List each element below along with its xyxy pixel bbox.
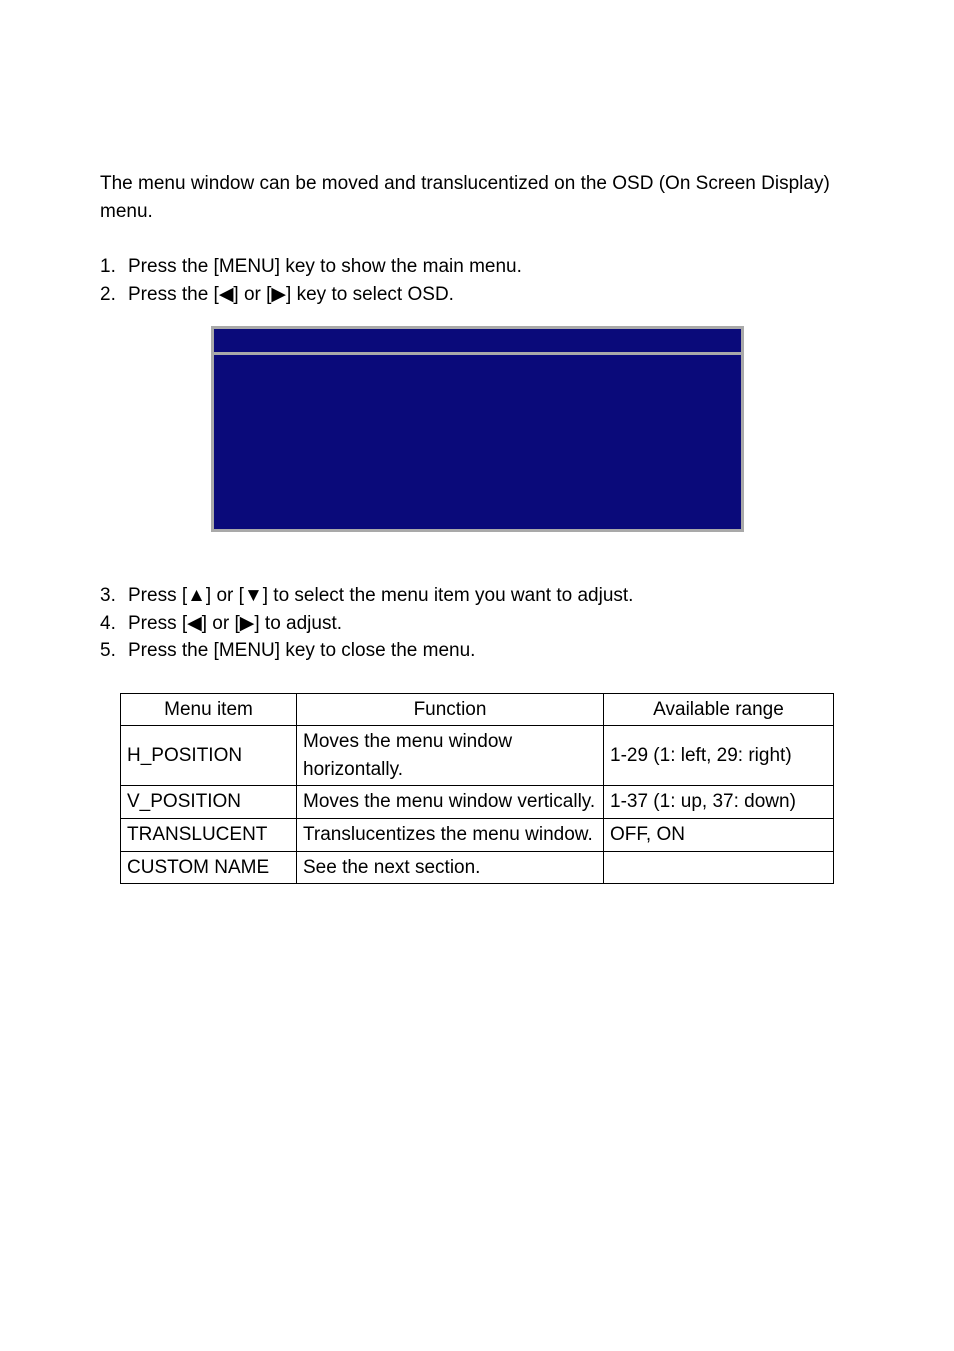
step-number: 4. bbox=[100, 610, 128, 638]
cell-menu: TRANSLUCENT bbox=[121, 819, 297, 852]
header-range: Available range bbox=[604, 693, 834, 726]
intro-paragraph: The menu window can be moved and translu… bbox=[100, 170, 854, 225]
header-function: Function bbox=[297, 693, 604, 726]
table-row: V_POSITION Moves the menu window vertica… bbox=[121, 786, 834, 819]
osd-screenshot-wrap bbox=[100, 326, 854, 532]
step-text: Press the [MENU] key to close the menu. bbox=[128, 637, 854, 665]
cell-func: Moves the menu window vertically. bbox=[297, 786, 604, 819]
step-text: Press [▲] or [▼] to select the menu item… bbox=[128, 582, 854, 610]
table-row: CUSTOM NAME See the next section. bbox=[121, 851, 834, 884]
cell-menu: V_POSITION bbox=[121, 786, 297, 819]
step-number: 5. bbox=[100, 637, 128, 665]
cell-menu: H_POSITION bbox=[121, 726, 297, 786]
cell-menu: CUSTOM NAME bbox=[121, 851, 297, 884]
cell-range: 1-37 (1: up, 37: down) bbox=[604, 786, 834, 819]
step-item: 3. Press [▲] or [▼] to select the menu i… bbox=[100, 582, 854, 610]
table-row: TRANSLUCENT Translucentizes the menu win… bbox=[121, 819, 834, 852]
step-item: 1. Press the [MENU] key to show the main… bbox=[100, 253, 854, 281]
step-text: Press the [MENU] key to show the main me… bbox=[128, 253, 854, 281]
step-text: Press the [◀] or [▶] key to select OSD. bbox=[128, 281, 854, 309]
step-text: Press [◀] or [▶] to adjust. bbox=[128, 610, 854, 638]
osd-menu-table: Menu item Function Available range H_POS… bbox=[120, 693, 834, 884]
step-item: 2. Press the [◀] or [▶] key to select OS… bbox=[100, 281, 854, 309]
step-number: 2. bbox=[100, 281, 128, 309]
cell-func: Moves the menu window horizontally. bbox=[297, 726, 604, 786]
steps-list-a: 1. Press the [MENU] key to show the main… bbox=[100, 253, 854, 308]
table-row: H_POSITION Moves the menu window horizon… bbox=[121, 726, 834, 786]
cell-func: See the next section. bbox=[297, 851, 604, 884]
step-item: 5. Press the [MENU] key to close the men… bbox=[100, 637, 854, 665]
steps-list-b: 3. Press [▲] or [▼] to select the menu i… bbox=[100, 582, 854, 665]
step-number: 1. bbox=[100, 253, 128, 281]
osd-window bbox=[211, 326, 744, 532]
table-container: Menu item Function Available range H_POS… bbox=[100, 693, 854, 884]
osd-window-body bbox=[214, 355, 741, 529]
step-number: 3. bbox=[100, 582, 128, 610]
table-header-row: Menu item Function Available range bbox=[121, 693, 834, 726]
header-menu-item: Menu item bbox=[121, 693, 297, 726]
cell-range: OFF, ON bbox=[604, 819, 834, 852]
step-item: 4. Press [◀] or [▶] to adjust. bbox=[100, 610, 854, 638]
cell-func: Translucentizes the menu window. bbox=[297, 819, 604, 852]
osd-window-header bbox=[214, 329, 741, 355]
cell-range: 1-29 (1: left, 29: right) bbox=[604, 726, 834, 786]
cell-range bbox=[604, 851, 834, 884]
